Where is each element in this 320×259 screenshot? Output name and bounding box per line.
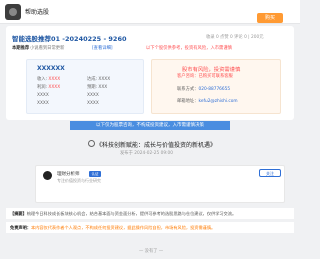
- author-subtitle: 专注价值投资与行业研究: [57, 178, 101, 183]
- stock-row-2b: 预期: XXX: [87, 85, 108, 90]
- summary-label: 【摘要】: [10, 211, 27, 216]
- brand-name: 帮助选股: [25, 9, 50, 16]
- desc-label: 本期推荐: [12, 46, 30, 51]
- follow-button[interactable]: 关注: [259, 169, 281, 177]
- summary-section: 【摘要】梳理今日科技成长板块核心机会，结合基本面与资金面分析，提供可参考的选股思…: [6, 208, 294, 219]
- contact-sub: 客户咨询：已购买可联系客服: [177, 74, 233, 79]
- page: 帮助选股 购买 智能选股推荐01 -20240225 - 9260 收录 0 点…: [0, 0, 300, 259]
- stock-row-2: 利润: XXXX: [37, 85, 61, 90]
- article-icon: [88, 140, 95, 147]
- stock-row-3b: XXXX: [87, 93, 99, 98]
- contact-box: 股市有风险，投资需谨慎 客户咨询：已购买可联系客服 联系方式：020-88776…: [151, 59, 281, 114]
- top-bar: 帮助选股 购买: [0, 0, 300, 24]
- risk-warning: 以下个股仅供参考，投资有风险，入市需谨慎: [146, 46, 232, 51]
- product-title: 智能选股推荐01 -20240225 - 9260: [12, 35, 127, 43]
- stock-info-box: XXXXXX 收入: XXXX 达成: XXXX 利润: XXXX 预期: XX…: [26, 59, 144, 114]
- stock-row-1: 收入: XXXX: [37, 77, 61, 82]
- details-link[interactable]: [查看详细]: [92, 45, 113, 51]
- desc-text: 小说看到日常更新: [30, 46, 65, 51]
- disclaimer-text: 本内容仅代表作者个人观点，不构成任何投资建议，据此操作风险自担，市场有风险，投资…: [30, 225, 216, 230]
- footer-text: — 没有了 —: [139, 249, 164, 254]
- summary-text: 梳理今日科技成长板块核心机会，结合基本面与资金面分析，提供可参考的选股思路与仓位…: [26, 211, 237, 216]
- stock-row-1b: 达成: XXXX: [87, 77, 111, 82]
- disclaimer-label: 免责声明：: [10, 225, 31, 230]
- contact-phone: 联系方式：020-88776655: [177, 87, 231, 92]
- author-name: 理财分析师: [57, 172, 80, 177]
- stock-code: XXXXXX: [37, 65, 65, 72]
- contact-warning: 股市有风险，投资需谨慎: [182, 67, 241, 73]
- product-card: 智能选股推荐01 -20240225 - 9260 收录 0 点赞 0 评论 0…: [6, 26, 294, 120]
- article-title: 《科技创新赋能：成长与价值投资的新机遇》: [96, 142, 217, 149]
- stock-row-4b: XXXX: [87, 101, 99, 106]
- author-card: 理财分析师 认证 专注价值投资与行业研究 关注: [35, 165, 285, 203]
- contact-email: 邮箱地址：kefu2@zhishi.com: [177, 99, 238, 104]
- disclaimer-section: 免责声明：本内容仅代表作者个人观点，不构成任何投资建议，据此操作风险自担，市场有…: [6, 222, 294, 233]
- stock-row-3: XXXX: [37, 93, 49, 98]
- brand-avatar: [5, 4, 21, 20]
- buy-button[interactable]: 购买: [257, 13, 283, 23]
- author-avatar: [43, 171, 52, 180]
- notice-banner: 以下仅为股票咨询，不构成投资建议，入市需谨慎决策: [70, 121, 230, 130]
- product-meta: 收录 0 点赞 0 评论 0 | 200元: [206, 35, 264, 40]
- article-date: 发布于 2024-02-25 09:00: [120, 151, 173, 156]
- stock-row-4: XXXX: [37, 101, 49, 106]
- author-badge: 认证: [89, 171, 101, 177]
